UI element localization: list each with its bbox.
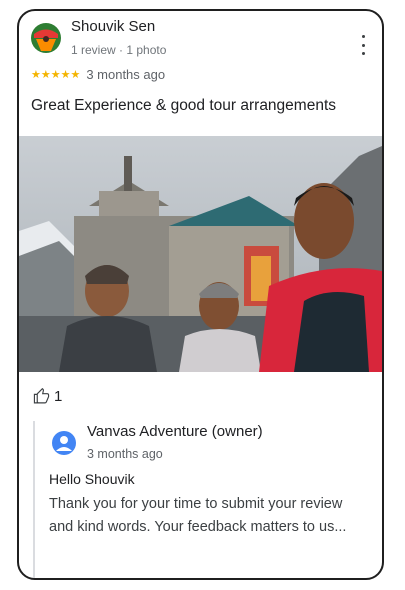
rating-row: ★★★★★ 3 months ago bbox=[31, 67, 165, 82]
star-rating: ★★★★★ bbox=[31, 69, 81, 81]
user-avatar[interactable] bbox=[31, 23, 61, 53]
like-count: 1 bbox=[54, 388, 63, 405]
reply-greeting: Hello Shouvik bbox=[49, 471, 135, 487]
author-meta: 1 review · 1 photo bbox=[71, 43, 167, 57]
reply-text: Thank you for your time to submit your r… bbox=[49, 496, 347, 535]
owner-avatar bbox=[52, 431, 76, 455]
reply-divider bbox=[33, 421, 35, 578]
owner-name: Vanvas Adventure (owner) bbox=[87, 423, 263, 440]
author-name[interactable]: Shouvik Sen bbox=[71, 18, 155, 35]
review-text: Great Experience & good tour arrangement… bbox=[31, 97, 337, 114]
owner-reply-time: 3 months ago bbox=[87, 447, 163, 461]
review-time: 3 months ago bbox=[86, 67, 166, 82]
review-card: Shouvik Sen 1 review · 1 photo ★★★★★ 3 m… bbox=[17, 9, 384, 580]
more-options-icon[interactable] bbox=[354, 35, 372, 55]
like-button[interactable]: 1 bbox=[33, 388, 62, 405]
thumbs-up-icon bbox=[33, 388, 50, 404]
review-photo[interactable] bbox=[19, 136, 382, 372]
